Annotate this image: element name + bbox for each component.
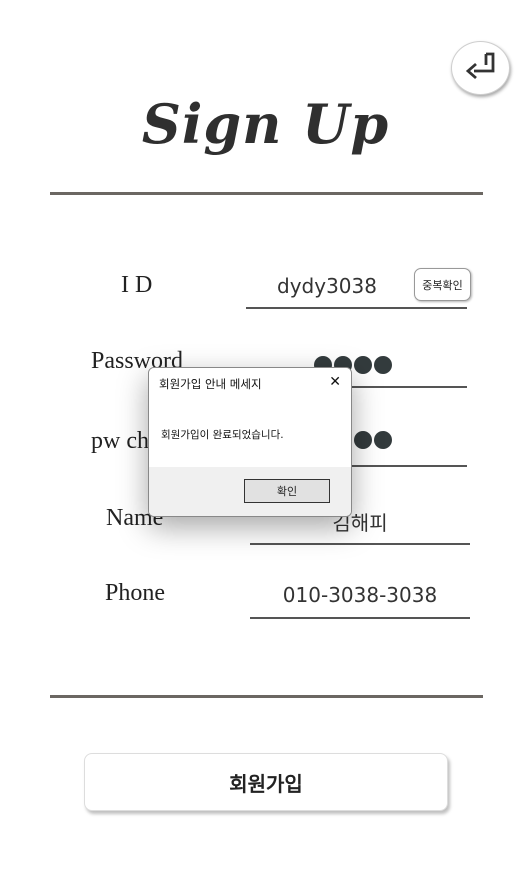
phone-underline (250, 617, 470, 619)
dialog-message: 회원가입이 완료되었습니다. (161, 429, 284, 441)
dialog-footer: 확인 (149, 467, 351, 516)
pw-check-dot (354, 431, 372, 449)
id-underline (246, 307, 467, 309)
name-underline (250, 543, 470, 545)
bottom-divider (50, 695, 483, 698)
close-icon[interactable]: ✕ (329, 374, 341, 390)
duplicate-check-button[interactable]: 중복확인 (414, 268, 471, 301)
password-dot (374, 356, 392, 374)
dialog-ok-button[interactable]: 확인 (244, 479, 330, 503)
back-button[interactable] (451, 41, 510, 95)
pw-check-dot (374, 431, 392, 449)
return-arrow-icon (464, 51, 498, 86)
signup-button[interactable]: 회원가입 (84, 753, 448, 811)
dialog-body: 회원가입이 완료되었습니다. (149, 400, 351, 467)
signup-complete-dialog: 회원가입 안내 메세지 ✕ 회원가입이 완료되었습니다. 확인 (148, 367, 352, 517)
phone-input[interactable]: 010-3038-3038 (250, 583, 470, 607)
page-title: Sign Up (141, 92, 390, 156)
phone-label: Phone (105, 580, 165, 606)
dialog-title: 회원가입 안내 메세지 (159, 377, 262, 391)
id-label: I D (121, 272, 153, 298)
id-input[interactable]: dydy3038 (246, 274, 408, 298)
password-dot (354, 356, 372, 374)
top-divider (50, 192, 483, 195)
